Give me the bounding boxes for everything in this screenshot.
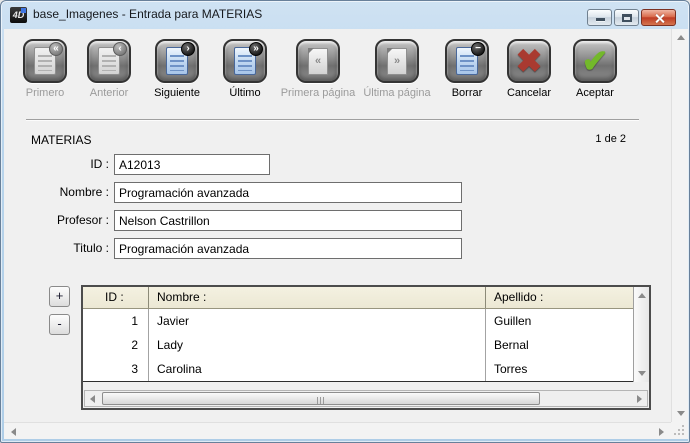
close-icon [654,13,665,24]
table-row[interactable]: 1 Javier Guillen [83,309,633,333]
maximize-button[interactable] [614,9,639,26]
nombre-input[interactable] [114,182,462,203]
cell-apellido: Torres [486,357,633,381]
cell-nombre: Carolina [149,357,486,381]
toolbar-button-anterior: ‹ Anterior [75,39,143,99]
cell-nombre: Javier [149,309,486,333]
id-input[interactable] [114,154,270,175]
column-header-nombre: Nombre : [149,287,486,308]
form-client-area: « Primero ‹ Anterior › Siguiente » Últim… [4,29,688,439]
toolbar-label: Anterior [75,87,143,99]
scroll-down-icon[interactable] [677,411,685,416]
document-delete-icon: − [456,47,478,75]
toolbar-label: Cancelar [495,87,563,99]
toolbar-label: Última página [355,87,439,99]
last-badge-icon: » [249,42,263,56]
scroll-down-icon[interactable] [638,371,646,376]
toolbar-button-cancelar[interactable]: ✖ Cancelar [495,39,563,99]
app-icon-4d[interactable]: 4D [10,7,27,23]
scroll-right-icon[interactable] [659,428,664,436]
add-row-button[interactable]: + [49,286,70,307]
titulo-input[interactable] [114,238,462,259]
subform-table: ID : Nombre : Apellido : 1 Javier Guille… [81,285,651,410]
section-title: MATERIAS [31,133,91,147]
cell-apellido: Guillen [486,309,633,333]
next-badge-icon: › [181,42,195,56]
scroll-up-icon[interactable] [677,35,685,40]
window-controls [585,9,676,26]
minimize-button[interactable] [587,9,612,26]
title-bar[interactable]: 4D base_Imagenes - Entrada para MATERIAS [1,1,689,29]
previous-badge-icon: ‹ [113,42,127,56]
id-label: ID : [24,157,109,171]
document-first-icon: « [34,47,56,75]
close-button[interactable] [641,9,676,26]
scroll-right-icon[interactable] [637,395,642,403]
toolbar-button-ultima-pagina: » Última página [355,39,439,99]
toolbar-button-primero: « Primero [11,39,79,99]
cell-id: 3 [83,357,149,381]
column-header-apellido: Apellido : [486,287,633,308]
cell-nombre: Lady [149,333,486,357]
cell-id: 2 [83,333,149,357]
profesor-label: Profesor : [24,213,109,227]
document-next-icon: › [166,47,188,75]
profesor-input[interactable] [114,210,462,231]
page-first-icon: « [308,48,328,75]
nombre-label: Nombre : [24,185,109,199]
toolbar-label: Primero [11,87,79,99]
scroll-left-icon[interactable] [11,428,16,436]
toolbar-label: Siguiente [143,87,211,99]
minimize-icon [596,18,605,21]
delete-badge-icon: − [471,42,485,56]
scrollbar-thumb[interactable] [102,392,540,405]
toolbar-button-ultimo[interactable]: » Último [211,39,279,99]
cell-apellido: Bernal [486,333,633,357]
grid-vertical-scrollbar[interactable] [633,287,649,382]
cell-id: 1 [83,309,149,333]
page-last-icon: » [387,48,407,75]
accept-check-icon: ✔ [582,42,609,80]
toolbar-button-siguiente[interactable]: › Siguiente [143,39,211,99]
cancel-cross-icon: ✖ [516,42,543,80]
column-header-id: ID : [83,287,149,308]
window-horizontal-scrollbar[interactable] [4,422,671,439]
document-last-icon: » [234,47,256,75]
scroll-up-icon[interactable] [638,293,646,298]
subform-list-area: ID : Nombre : Apellido : 1 Javier Guille… [83,287,633,382]
toolbar-button-aceptar[interactable]: ✔ Aceptar [561,39,629,99]
document-previous-icon: ‹ [98,47,120,75]
toolbar-button-borrar[interactable]: − Borrar [433,39,501,99]
toolbar-label: Último [211,87,279,99]
scroll-left-icon[interactable] [90,395,95,403]
maximize-icon [622,14,632,22]
toolbar-separator [26,119,639,121]
window-title: base_Imagenes - Entrada para MATERIAS [33,1,262,27]
resize-grip[interactable] [671,422,688,439]
record-counter: 1 de 2 [595,133,626,145]
window-vertical-scrollbar[interactable] [671,29,688,422]
table-row[interactable]: 2 Lady Bernal [83,333,633,357]
toolbar-button-primera-pagina: « Primera página [276,39,360,99]
toolbar-label: Primera página [276,87,360,99]
table-header-row: ID : Nombre : Apellido : [83,287,633,309]
app-window: 4D base_Imagenes - Entrada para MATERIAS… [0,0,690,443]
toolbar-label: Borrar [433,87,501,99]
grid-horizontal-scrollbar[interactable] [84,390,648,407]
table-row[interactable]: 3 Carolina Torres [83,357,633,381]
remove-row-button[interactable]: - [49,314,70,335]
first-badge-icon: « [49,42,63,56]
toolbar-label: Aceptar [561,87,629,99]
titulo-label: Titulo : [24,241,109,255]
